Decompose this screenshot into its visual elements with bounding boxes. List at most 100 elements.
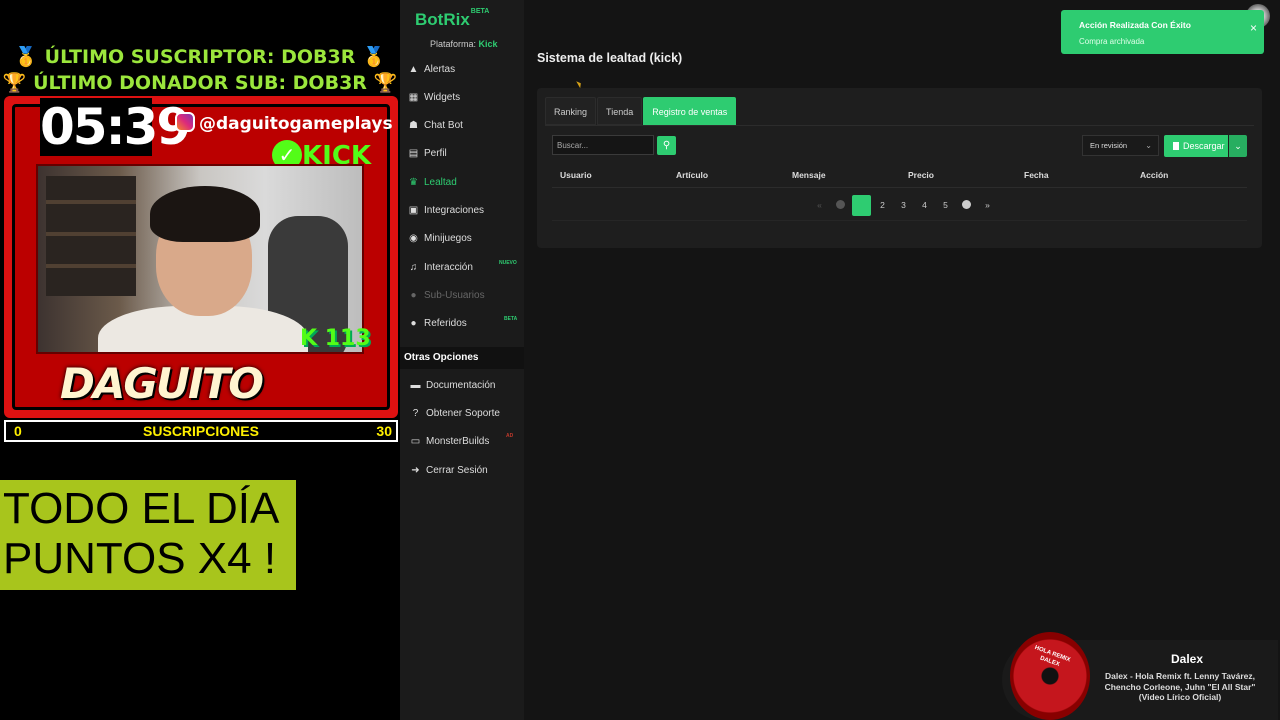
sidebar-item-label: Chat Bot: [424, 119, 463, 131]
sidebar-item-perfil[interactable]: ▤ Perfil: [400, 140, 524, 166]
sidebar-item-label: Interacción: [424, 261, 473, 273]
sub-goal-target: 30: [376, 423, 392, 439]
shelf: [46, 176, 136, 296]
search-icon: ⚲: [662, 140, 671, 151]
sidebar-item-chat-bot[interactable]: ☗ Chat Bot: [400, 112, 524, 138]
last-page-button[interactable]: »: [977, 195, 998, 216]
toast-title: Acción Realizada Con Éxito: [1079, 20, 1191, 30]
page-1-button[interactable]: 1: [852, 194, 871, 216]
sidebar-item-cerrar-sesion[interactable]: ➜ Cerrar Sesión: [400, 457, 524, 483]
music-icon: ♫: [409, 261, 418, 273]
status-filter-select[interactable]: En revisión ⌄: [1082, 135, 1159, 156]
column-mensaje[interactable]: Mensaje: [792, 162, 826, 188]
tab-tienda[interactable]: Tienda: [597, 97, 643, 125]
sidebar-item-referidos[interactable]: ● Referidos BETA: [400, 310, 524, 336]
sidebar-item-label: Sub-Usuarios: [424, 289, 485, 301]
sidebar-item-alertas[interactable]: ▲ Alertas: [400, 56, 524, 82]
sidebar-item-minijuegos[interactable]: ◉ Minijuegos: [400, 225, 524, 251]
sidebar-item-label: MonsterBuilds: [426, 435, 490, 447]
sidebar-item-label: Lealtad: [424, 176, 457, 188]
page-4-button[interactable]: 4: [914, 195, 935, 216]
platform-indicator: Plataforma: Kick: [430, 39, 498, 49]
new-badge: NUEVO: [499, 260, 517, 266]
sidebar-item-sub-usuarios[interactable]: ● Sub-Usuarios: [400, 282, 524, 308]
sidebar-item-label: Cerrar Sesión: [426, 464, 488, 476]
last-donor-ticker: 🏆 ÚLTIMO DONADOR SUB: DOB3R 🏆: [0, 71, 400, 94]
medal-icon: 🥇: [361, 46, 386, 68]
last-subscriber-text: ÚLTIMO SUSCRIPTOR: DOB3R: [44, 46, 356, 68]
instagram-icon: [175, 112, 195, 132]
beta-badge: BETA: [504, 316, 518, 322]
platform-value: Kick: [478, 39, 498, 49]
next-page-button[interactable]: [956, 195, 977, 216]
tab-ranking[interactable]: Ranking: [545, 97, 597, 125]
loyalty-card: Ranking Tienda Registro de ventas ⚲ En r…: [537, 88, 1262, 248]
question-icon: ?: [412, 407, 419, 419]
chevron-left-icon: [836, 199, 845, 209]
sidebar-item-monsterbuilds[interactable]: ▭ MonsterBuilds AD: [400, 428, 524, 454]
download-button[interactable]: Descargar: [1164, 135, 1228, 157]
chevron-down-icon: ⌄: [1145, 141, 1152, 150]
sign-out-icon: ➜: [411, 464, 420, 476]
download-options-button[interactable]: ⌄: [1229, 135, 1247, 157]
sidebar-item-integraciones[interactable]: ▣ Integraciones: [400, 197, 524, 223]
sidebar-item-label: Documentación: [426, 379, 496, 391]
stream-timer: 05:39: [40, 98, 191, 156]
pagination: « 1 2 3 4 5 »: [809, 194, 998, 216]
ad-badge: AD: [506, 433, 514, 439]
plug-icon: ▣: [408, 204, 419, 216]
user-group-icon: ●: [410, 317, 417, 329]
person-hair: [150, 186, 260, 242]
column-accion[interactable]: Acción: [1140, 162, 1168, 188]
sidebar-item-label: Widgets: [424, 91, 461, 103]
sidebar-item-obtener-soporte[interactable]: ? Obtener Soporte: [400, 400, 524, 426]
status-filter-value: En revisión: [1090, 141, 1128, 150]
search-button[interactable]: ⚲: [657, 136, 676, 155]
sidebar-item-lealtad[interactable]: ♛ Lealtad: [400, 169, 524, 195]
column-fecha[interactable]: Fecha: [1024, 162, 1049, 188]
now-playing-artist: Dalex: [1170, 652, 1204, 666]
sidebar-item-label: Perfil: [424, 147, 447, 159]
botrix-logo[interactable]: BotRixBETA: [415, 8, 489, 30]
column-articulo[interactable]: Artículo: [676, 162, 708, 188]
promo-banner: TODO EL DÍA PUNTOS X4 !: [0, 480, 296, 590]
sub-goal-bar: 0 SUSCRIPCIONES 30: [4, 420, 398, 442]
stream-overlay: 🥇 ÚLTIMO SUSCRIPTOR: DOB3R 🥇 🏆 ÚLTIMO DO…: [0, 0, 400, 720]
file-icon: [1173, 142, 1179, 150]
page-5-button[interactable]: 5: [935, 195, 956, 216]
laptop-icon: ▭: [410, 435, 421, 447]
sidebar-item-label: Integraciones: [424, 204, 485, 216]
trophy-icon: ♛: [409, 176, 418, 188]
prev-page-button[interactable]: [830, 195, 851, 216]
last-donor-text: ÚLTIMO DONADOR SUB: DOB3R: [33, 72, 367, 94]
kick-count-badge: K 113: [300, 326, 371, 351]
page-2-button[interactable]: 2: [872, 195, 893, 216]
tab-registro-de-ventas[interactable]: Registro de ventas: [643, 97, 737, 125]
id-card-icon: ▤: [408, 147, 419, 159]
close-icon[interactable]: ×: [1250, 21, 1257, 35]
page-3-button[interactable]: 3: [893, 195, 914, 216]
gamepad-icon: ◉: [409, 232, 418, 244]
album-disc: [1010, 632, 1090, 720]
now-playing-widget: HOLA REMIX DALEX Dalex Dalex - Hola Remi…: [1002, 632, 1278, 720]
search-input[interactable]: [552, 135, 654, 155]
last-subscriber-ticker: 🥇 ÚLTIMO SUSCRIPTOR: DOB3R 🥇: [0, 45, 400, 68]
users-icon: ●: [410, 289, 417, 301]
book-icon: ▬: [410, 379, 421, 391]
instagram-handle: @daguitogameplays: [175, 112, 393, 134]
beta-tag: BETA: [470, 8, 490, 15]
platform-label: Plataforma:: [430, 39, 477, 49]
grid-icon: ▦: [408, 91, 419, 103]
sidebar-item-widgets[interactable]: ▦ Widgets: [400, 84, 524, 110]
column-usuario[interactable]: Usuario: [560, 162, 592, 188]
promo-line-1: TODO EL DÍA: [3, 484, 280, 533]
table-footer-divider: [552, 220, 1247, 221]
toast-message: Compra archivada: [1079, 37, 1145, 46]
sidebar-item-interaccion[interactable]: ♫ Interacción NUEVO: [400, 254, 524, 280]
botrix-app: BotRixBETA Plataforma: Kick ▲ Alertas ▦ Wi…: [400, 0, 1280, 720]
first-page-button[interactable]: «: [809, 195, 830, 216]
kick-count: 113: [324, 326, 371, 351]
sidebar-item-documentacion[interactable]: ▬ Documentación: [400, 372, 524, 398]
column-precio[interactable]: Precio: [908, 162, 934, 188]
success-toast: Acción Realizada Con Éxito Compra archiv…: [1061, 10, 1264, 54]
